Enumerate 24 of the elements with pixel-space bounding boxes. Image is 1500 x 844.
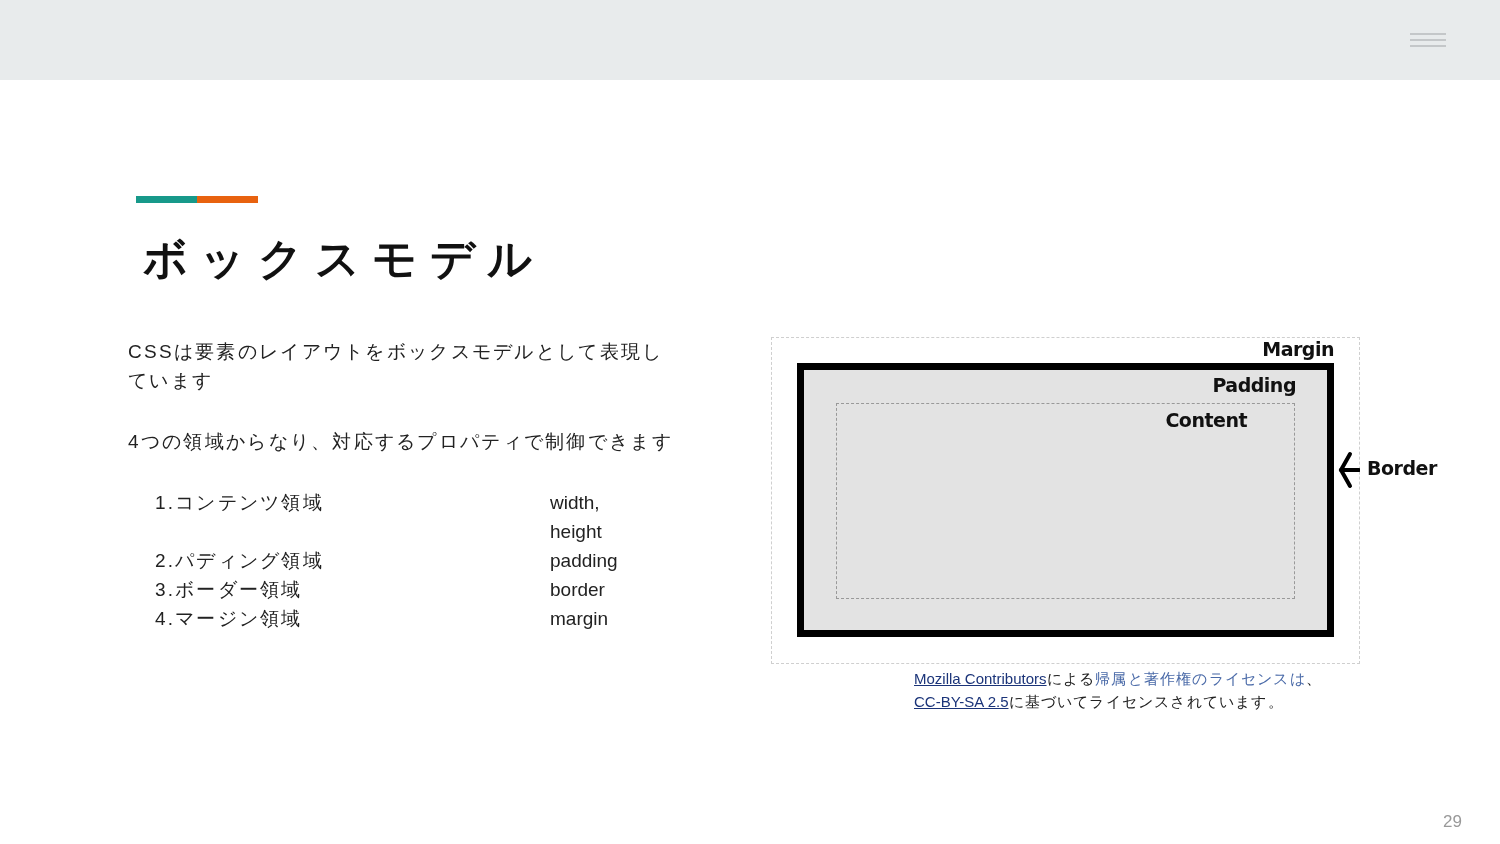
body-text: CSSは要素のレイアウトをボックスモデルとして表現しています [128, 340, 665, 393]
property-name: margin [550, 607, 610, 631]
content-label: Content [1165, 409, 1247, 431]
property-name: padding [550, 549, 619, 573]
license-link[interactable]: 帰属と著作権のライセンスは [1095, 670, 1306, 687]
margin-label: Margin [1262, 338, 1334, 360]
list-number: 4. [154, 607, 175, 631]
border-label: Border [1367, 457, 1437, 479]
list-term: パディング領域 [175, 549, 325, 573]
list-number: 1. [154, 491, 175, 515]
image-credit: Mozilla Contributorsによる帰属と著作権のライセンスは、 CC-BY-SA 2.5に基づいてライセンスされています。 [914, 669, 1323, 712]
list-number: 2. [154, 549, 175, 573]
page-number: 29 [1443, 812, 1462, 832]
credit-link[interactable]: Mozilla Contributors [914, 670, 1047, 687]
list-term: マージン領域 [175, 607, 304, 631]
menu-icon[interactable] [1410, 33, 1446, 47]
credit-link[interactable]: CC-BY-SA 2.5 [914, 693, 1009, 710]
list-term: コンテンツ領域 [175, 491, 325, 515]
padding-label: Padding [1212, 374, 1296, 396]
list-term: ボーダー領域 [175, 578, 304, 602]
list-number: 3. [154, 578, 175, 602]
slide-title: ボックスモデル [143, 232, 545, 286]
property-name: border [550, 578, 606, 602]
body-text: 4つの領域からなり、対応するプロパティで制御できます [128, 430, 673, 454]
